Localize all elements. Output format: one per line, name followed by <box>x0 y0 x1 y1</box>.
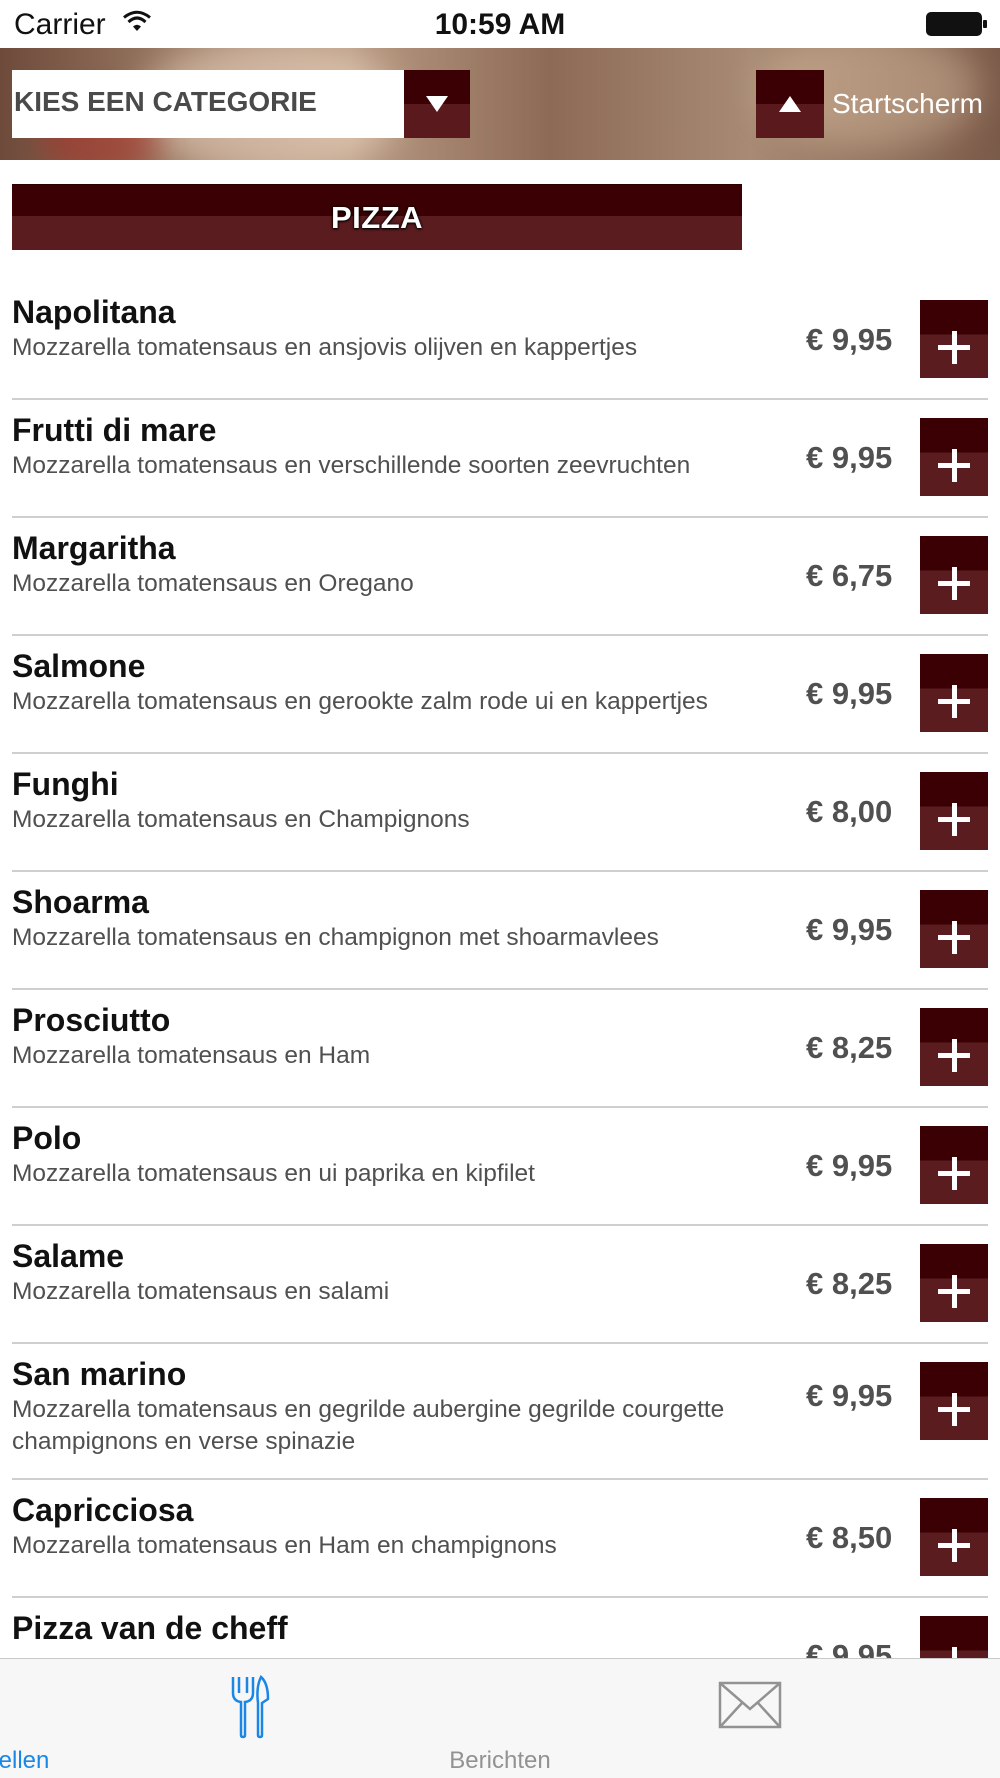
add-to-order-button[interactable] <box>920 1126 988 1204</box>
menu-item-name: San marino <box>12 1356 187 1392</box>
plus-icon-vertical <box>951 1529 957 1562</box>
category-banner: PIZZA <box>12 184 742 250</box>
tab-bestellen-label: Bestellen <box>0 1747 50 1774</box>
add-to-order-button[interactable] <box>920 890 988 968</box>
menu-item-name: Salmone <box>12 648 146 684</box>
menu-item-description: Mozzarella tomatensaus en Oregano <box>12 570 414 597</box>
plus-icon-vertical <box>951 1393 957 1426</box>
menu-item[interactable]: Prosciutto Mozzarella tomatensaus en Ham €… <box>0 988 1000 1108</box>
tab-berichten[interactable]: Berichten <box>449 1659 1000 1778</box>
menu-item-description: Mozzarella tomatensaus en Champignons <box>12 806 470 833</box>
menu-item-price: € 6,75 <box>806 558 893 593</box>
status-bar: Carrier 10:59 AM <box>0 0 1000 48</box>
category-select[interactable]: KIES EEN CATEGORIE <box>12 70 404 138</box>
menu-item-description: Mozzarella tomatensaus en gegrilde auber… <box>12 1396 725 1455</box>
triangle-down-icon <box>426 96 448 112</box>
menu-item[interactable]: Funghi Mozzarella tomatensaus en Champign… <box>0 752 1000 872</box>
add-to-order-button[interactable] <box>920 1362 988 1440</box>
battery-icon <box>926 12 987 36</box>
add-to-order-button[interactable] <box>920 654 988 732</box>
fork-knife-icon <box>231 1675 270 1739</box>
clock: 10:59 AM <box>434 8 566 41</box>
menu-item-price: € 8,25 <box>806 1266 893 1301</box>
menu-item-name: Pizza van de cheff <box>12 1610 288 1646</box>
plus-icon-vertical <box>951 331 957 364</box>
menu-item-name: Prosciutto <box>12 1002 171 1038</box>
envelope-icon <box>718 1681 782 1729</box>
menu-item-price: € 9,95 <box>806 440 893 475</box>
menu-item[interactable]: Salame Mozzarella tomatensaus en salami € … <box>0 1224 1000 1344</box>
menu-item-description: Mozzarella tomatensaus en salami <box>12 1278 390 1305</box>
menu-item[interactable]: Napolitana Mozzarella tomatensaus en ansj… <box>0 280 1000 400</box>
menu-item-price: € 9,95 <box>806 1148 893 1183</box>
plus-icon-vertical <box>951 1039 957 1072</box>
add-to-order-button[interactable] <box>920 1244 988 1322</box>
menu-item-name: Salame <box>12 1238 125 1274</box>
menu-item-price: € 8,00 <box>806 794 893 829</box>
add-to-order-button[interactable] <box>920 536 988 614</box>
plus-icon-vertical <box>951 803 957 836</box>
plus-icon-vertical <box>951 1647 957 1658</box>
menu-item-description: Mozzarella tomatensaus en champignon met… <box>12 924 659 951</box>
plus-icon-vertical <box>951 1275 957 1308</box>
plus-icon-vertical <box>951 449 957 482</box>
menu-item-name: Napolitana <box>12 294 176 330</box>
menu-item[interactable]: Shoarma Mozzarella tomatensaus en champig… <box>0 870 1000 990</box>
menu-item[interactable]: San marino Mozzarella tomatensaus en gegr… <box>0 1342 1000 1480</box>
menu-item-description: Mozzarella tomatensaus en verschillende … <box>12 452 691 479</box>
menu-item-description: Mozzarella tomatensaus en Ham en champig… <box>12 1532 557 1559</box>
triangle-up-icon <box>779 96 801 112</box>
add-to-order-button[interactable] <box>920 772 988 850</box>
menu-item[interactable]: Frutti di mare Mozzarella tomatensaus en … <box>0 398 1000 518</box>
menu-item[interactable]: Salmone Mozzarella tomatensaus en gerookt… <box>0 634 1000 754</box>
menu-item-price: € 9,95 <box>806 676 893 711</box>
menu-item-price: € 8,50 <box>806 1520 893 1555</box>
menu-item[interactable]: Margaritha Mozzarella tomatensaus en Oreg… <box>0 516 1000 636</box>
menu-item-price: € 9,95 <box>806 1378 893 1413</box>
menu-item[interactable]: Capricciosa Mozzarella tomatensaus en Ham… <box>0 1478 1000 1598</box>
menu-item-description: Mozzarella tomatensaus en ui paprika en … <box>12 1160 535 1187</box>
menu-item-description: Mozzarella tomatensaus en gerookte zalm … <box>12 688 708 715</box>
menu-item[interactable]: Polo Mozzarella tomatensaus en ui paprika… <box>0 1106 1000 1226</box>
tab-berichten-label: Berichten <box>449 1747 551 1774</box>
home-button[interactable] <box>756 70 824 138</box>
plus-icon-vertical <box>951 1157 957 1190</box>
menu-item-price: € 9,95 <box>806 912 893 947</box>
category-title: PIZZA <box>330 200 424 235</box>
plus-icon-vertical <box>951 567 957 600</box>
menu-item-name: Shoarma <box>12 884 149 920</box>
add-to-order-button[interactable] <box>920 1616 988 1658</box>
add-to-order-button[interactable] <box>920 300 988 378</box>
menu-item[interactable]: Pizza van de cheff € 9,95 <box>0 1596 1000 1658</box>
tab-bar: Bestellen Berichten <box>0 1658 1000 1778</box>
menu-item-name: Margaritha <box>12 530 176 566</box>
menu-item-name: Polo <box>12 1120 82 1156</box>
menu-item-name: Funghi <box>12 766 119 802</box>
menu-item-price: € 8,25 <box>806 1030 893 1065</box>
home-label[interactable]: Startscherm <box>832 88 983 120</box>
plus-icon-vertical <box>951 921 957 954</box>
add-to-order-button[interactable] <box>920 1008 988 1086</box>
category-dropdown-button[interactable] <box>404 70 470 138</box>
add-to-order-button[interactable] <box>920 418 988 496</box>
category-select-label: KIES EEN CATEGORIE <box>14 86 317 117</box>
menu-list[interactable]: Napolitana Mozzarella tomatensaus en ansj… <box>0 280 1000 1658</box>
menu-item-price: € 9,95 <box>806 1638 893 1658</box>
menu-item-name: Capricciosa <box>12 1492 194 1528</box>
add-to-order-button[interactable] <box>920 1498 988 1576</box>
header-bar: KIES EEN CATEGORIE Startscherm <box>0 48 1000 160</box>
menu-item-description: Mozzarella tomatensaus en Ham <box>12 1042 371 1069</box>
menu-item-name: Frutti di mare <box>12 412 217 448</box>
menu-item-price: € 9,95 <box>806 322 893 357</box>
menu-item-description: Mozzarella tomatensaus en ansjovis olijv… <box>12 334 638 361</box>
plus-icon-vertical <box>951 685 957 718</box>
